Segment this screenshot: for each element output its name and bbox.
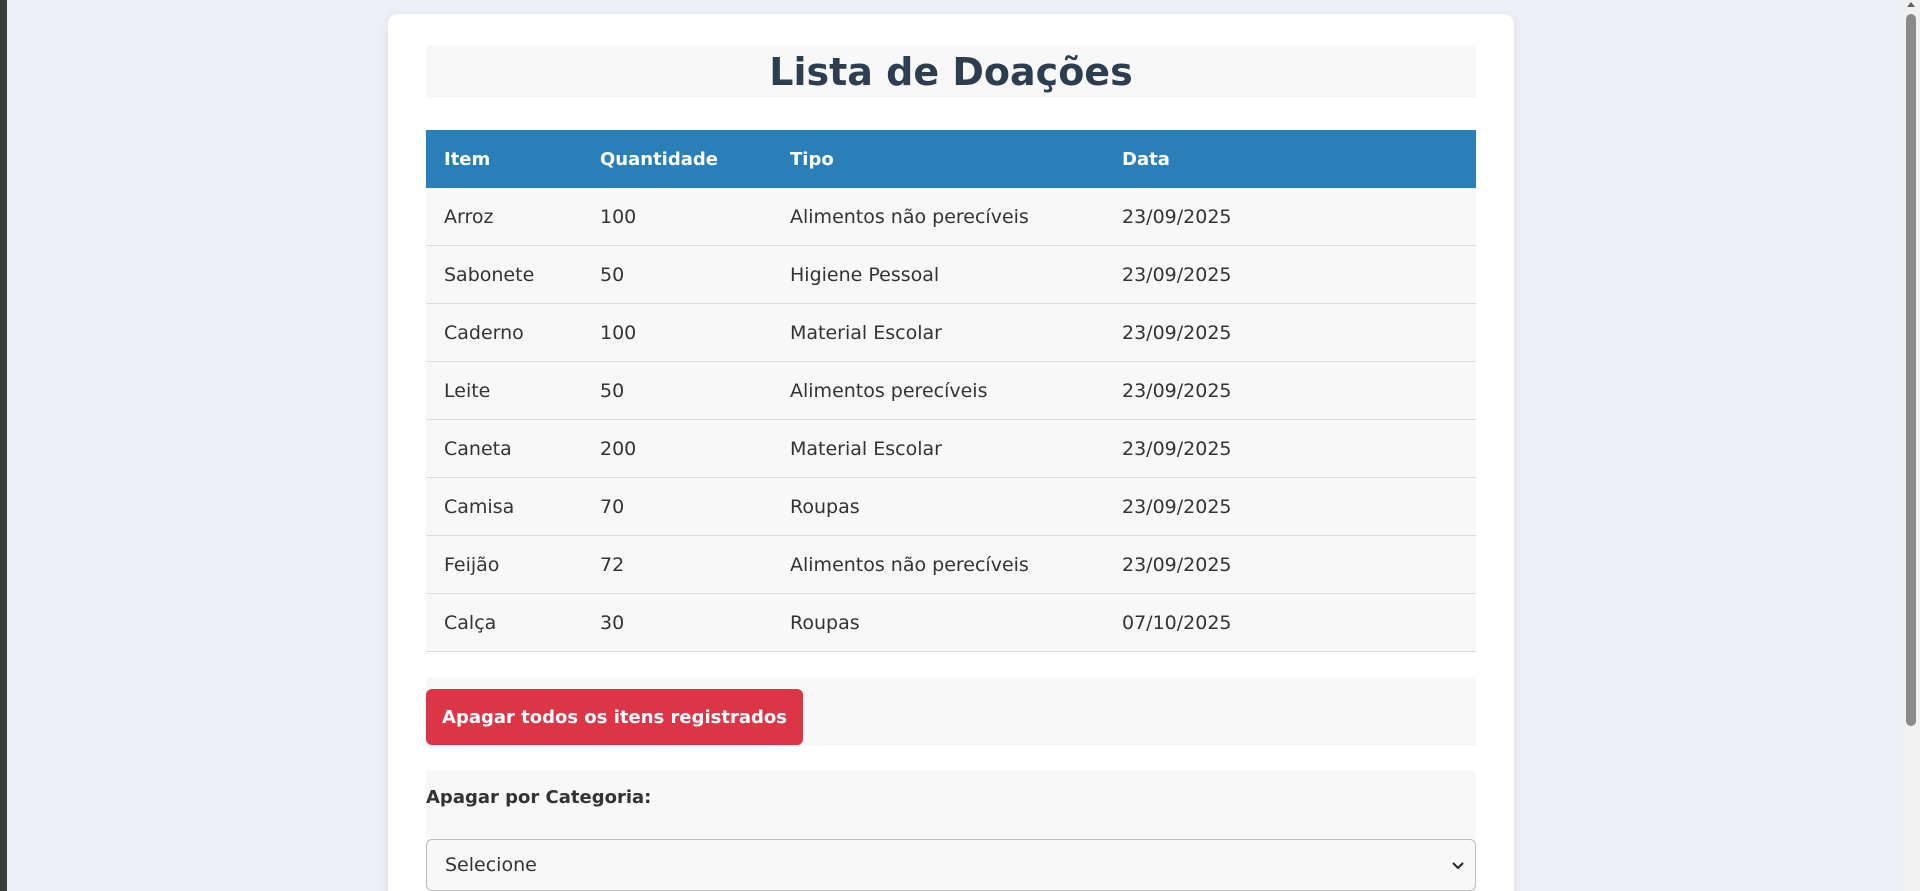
cell-data: 23/09/2025 — [1104, 477, 1476, 536]
delete-all-button[interactable]: Apagar todos os itens registrados — [426, 689, 803, 745]
delete-by-category-label: Apagar por Categoria: — [426, 787, 652, 808]
cell-data: 23/09/2025 — [1104, 188, 1476, 246]
cell-tipo: Material Escolar — [772, 303, 1104, 362]
scroll-up-icon[interactable] — [1907, 2, 1915, 7]
donations-card: Lista de Doações Item Quantidade Tipo Da… — [388, 14, 1514, 891]
page-scrollbar[interactable] — [1902, 0, 1920, 891]
page-title: Lista de Doações — [769, 49, 1133, 94]
cell-data: 23/09/2025 — [1104, 245, 1476, 304]
cell-quantidade: 50 — [582, 361, 772, 420]
cell-item: Arroz — [426, 188, 582, 246]
cell-item: Feijão — [426, 535, 582, 594]
cell-item: Caderno — [426, 303, 582, 362]
cell-data: 23/09/2025 — [1104, 419, 1476, 478]
cell-item: Calça — [426, 593, 582, 652]
cell-quantidade: 100 — [582, 188, 772, 246]
delete-all-container: Apagar todos os itens registrados — [426, 677, 1476, 746]
column-header-tipo: Tipo — [772, 130, 1104, 188]
cell-tipo: Alimentos perecíveis — [772, 361, 1104, 420]
cell-item: Camisa — [426, 477, 582, 536]
table-header-row: Item Quantidade Tipo Data — [426, 130, 1476, 188]
table-row: Caneta 200 Material Escolar 23/09/2025 — [426, 419, 1476, 478]
title-container: Lista de Doações — [426, 45, 1476, 98]
cell-item: Caneta — [426, 419, 582, 478]
cell-quantidade: 50 — [582, 245, 772, 304]
table-row: Arroz 100 Alimentos não perecíveis 23/09… — [426, 188, 1476, 246]
cell-tipo: Alimentos não perecíveis — [772, 535, 1104, 594]
chevron-down-icon — [1452, 862, 1464, 870]
cell-tipo: Alimentos não perecíveis — [772, 188, 1104, 246]
table-row: Camisa 70 Roupas 23/09/2025 — [426, 477, 1476, 536]
category-select[interactable]: Selecione — [426, 839, 1476, 891]
cell-data: 07/10/2025 — [1104, 593, 1476, 652]
cell-tipo: Higiene Pessoal — [772, 245, 1104, 304]
table-row: Calça 30 Roupas 07/10/2025 — [426, 593, 1476, 652]
table-row: Sabonete 50 Higiene Pessoal 23/09/2025 — [426, 245, 1476, 304]
cell-data: 23/09/2025 — [1104, 361, 1476, 420]
cell-quantidade: 70 — [582, 477, 772, 536]
scrollbar-thumb[interactable] — [1906, 14, 1916, 726]
cell-tipo: Roupas — [772, 477, 1104, 536]
table-row: Feijão 72 Alimentos não perecíveis 23/09… — [426, 535, 1476, 594]
cell-quantidade: 30 — [582, 593, 772, 652]
cell-tipo: Roupas — [772, 593, 1104, 652]
table-row: Caderno 100 Material Escolar 23/09/2025 — [426, 303, 1476, 362]
cell-item: Sabonete — [426, 245, 582, 304]
delete-by-category-section: Apagar por Categoria: Selecione — [426, 771, 1476, 891]
cell-quantidade: 72 — [582, 535, 772, 594]
cell-quantidade: 100 — [582, 303, 772, 362]
cell-data: 23/09/2025 — [1104, 535, 1476, 594]
donations-table: Item Quantidade Tipo Data Arroz 100 Alim… — [426, 130, 1476, 652]
column-header-data: Data — [1104, 130, 1476, 188]
column-header-item: Item — [426, 130, 582, 188]
cell-quantidade: 200 — [582, 419, 772, 478]
table-row: Leite 50 Alimentos perecíveis 23/09/2025 — [426, 361, 1476, 420]
cell-tipo: Material Escolar — [772, 419, 1104, 478]
column-header-quantidade: Quantidade — [582, 130, 772, 188]
window-edge — [0, 0, 7, 891]
cell-item: Leite — [426, 361, 582, 420]
cell-data: 23/09/2025 — [1104, 303, 1476, 362]
category-select-value: Selecione — [445, 854, 537, 876]
